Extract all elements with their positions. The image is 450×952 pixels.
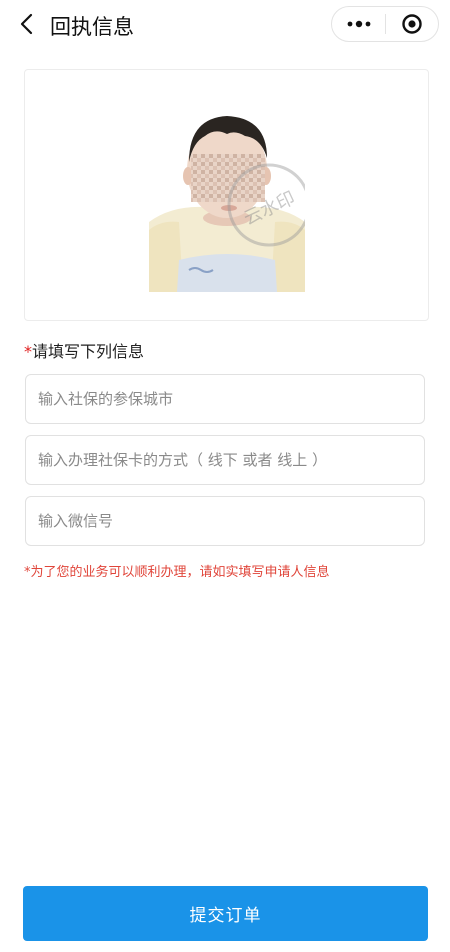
- mini-program-capsule: [331, 6, 439, 42]
- page: 回执信息 云水印 *请填写下列信息 输入社保的参保城市 输入办理社保卡的方式（ …: [0, 0, 450, 952]
- required-mark: *: [24, 342, 32, 361]
- more-dots-icon: [347, 20, 370, 28]
- submit-order-button[interactable]: 提交订单: [23, 886, 428, 941]
- method-input[interactable]: [25, 435, 425, 485]
- section-label: *请填写下列信息: [24, 338, 144, 362]
- id-photo: 云水印: [149, 110, 311, 296]
- photo-card: 云水印: [24, 69, 429, 321]
- page-title: 回执信息: [50, 15, 134, 39]
- nav-bar: 回执信息: [0, 0, 450, 50]
- back-button[interactable]: [12, 10, 40, 38]
- more-button[interactable]: [332, 7, 385, 41]
- close-mini-program-button[interactable]: [386, 7, 438, 41]
- wechat-id-input[interactable]: [25, 496, 425, 546]
- section-label-text: 请填写下列信息: [32, 342, 145, 361]
- chevron-left-icon: [20, 13, 33, 35]
- target-circle-icon: [402, 14, 422, 34]
- city-input[interactable]: [25, 374, 425, 424]
- notice-text: *为了您的业务可以顺利办理，请如实填写申请人信息: [24, 565, 330, 580]
- baby-photo-image: 云水印: [149, 110, 311, 292]
